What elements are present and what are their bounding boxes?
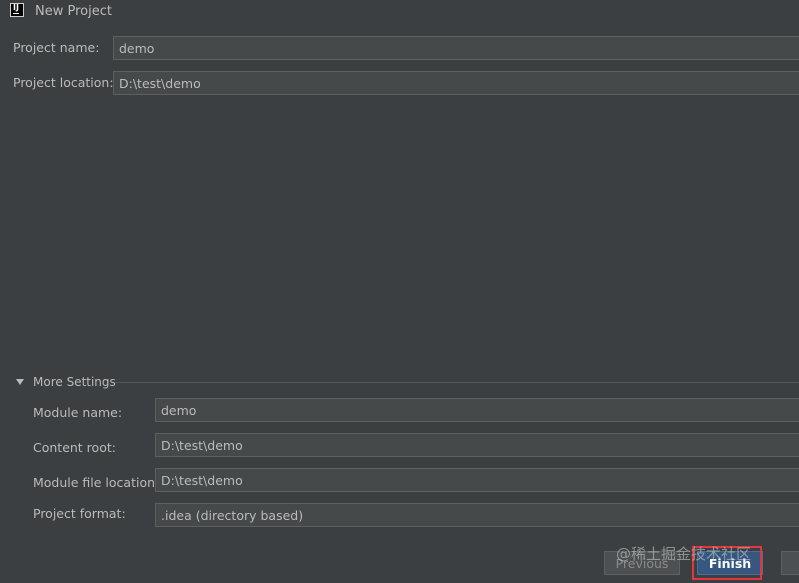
module-file-location-label: Module file location: [33, 475, 160, 490]
project-location-value: D:\test\demo [119, 75, 201, 91]
project-name-label: Project name: [13, 40, 100, 55]
module-name-label: Module name: [33, 405, 123, 420]
section-divider [115, 382, 799, 383]
more-settings-title: More Settings [33, 375, 116, 389]
content-root-field[interactable]: D:\test\demo [155, 433, 799, 457]
module-file-location-field[interactable]: D:\test\demo [155, 468, 799, 492]
window-title: New Project [35, 4, 112, 19]
module-file-location-value: D:\test\demo [161, 472, 243, 488]
project-format-label: Project format: [33, 506, 126, 521]
project-location-field[interactable]: D:\test\demo [113, 71, 799, 95]
finish-button[interactable]: Finish [697, 551, 763, 575]
project-format-value: .idea (directory based) [161, 507, 304, 523]
project-location-label: Project location: [13, 75, 114, 90]
content-root-value: D:\test\demo [161, 437, 243, 453]
previous-button[interactable]: Previous [604, 551, 680, 575]
new-project-dialog: IJ New Project Project name: demo Projec… [0, 0, 799, 583]
expand-triangle-icon [16, 379, 24, 385]
title-bar: IJ New Project [0, 0, 799, 24]
project-name-field[interactable]: demo [113, 36, 799, 60]
cancel-button-partial[interactable] [781, 551, 799, 575]
project-format-select[interactable]: .idea (directory based) [155, 503, 799, 527]
module-name-value: demo [161, 402, 197, 418]
content-root-label: Content root: [33, 440, 116, 455]
module-name-field[interactable]: demo [155, 398, 799, 422]
more-settings-toggle[interactable]: More Settings [14, 375, 116, 389]
project-name-value: demo [119, 40, 155, 56]
intellij-idea-icon: IJ [10, 3, 24, 17]
